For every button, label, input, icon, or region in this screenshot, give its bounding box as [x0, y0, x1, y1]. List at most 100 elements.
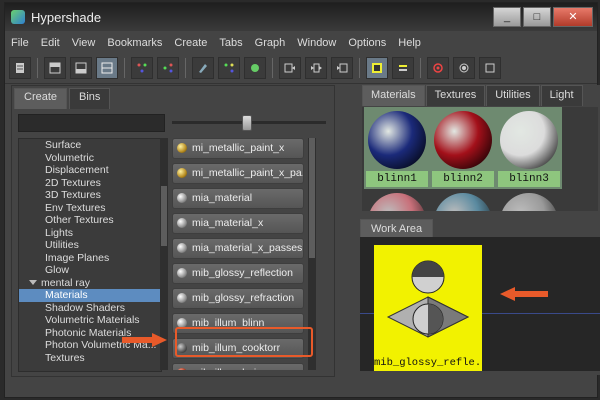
category-label: Glow — [45, 264, 69, 276]
node-button[interactable]: mia_material_x — [172, 213, 304, 234]
category-item[interactable]: Displacement — [19, 164, 161, 177]
swatch-label: blinn3 — [498, 171, 560, 187]
node-button[interactable]: mib_illum_hair — [172, 363, 304, 370]
category-item[interactable]: Env Textures — [19, 202, 161, 215]
menu-create[interactable]: Create — [168, 37, 213, 49]
material-sphere-icon — [434, 111, 492, 169]
tab-textures[interactable]: Textures — [425, 85, 486, 106]
category-item[interactable]: Volumetric Materials — [19, 314, 161, 327]
maximize-button[interactable]: □ — [523, 7, 551, 27]
category-item[interactable]: Materials — [19, 289, 161, 302]
create-search-field[interactable] — [18, 114, 165, 132]
menu-file[interactable]: File — [5, 37, 35, 49]
toggle-icon[interactable] — [479, 57, 501, 79]
tab-lights[interactable]: Light — [540, 85, 583, 106]
node-button-label: mia_material — [192, 192, 253, 204]
highlight-box — [175, 327, 313, 357]
menu-view[interactable]: View — [66, 37, 102, 49]
category-item[interactable]: mental ray — [19, 277, 161, 290]
category-item[interactable]: Volumetric — [19, 152, 161, 165]
bottom-tabs-icon[interactable] — [392, 57, 414, 79]
notes-icon[interactable] — [9, 57, 31, 79]
tab-utilities[interactable]: Utilities — [486, 85, 540, 106]
material-sphere-icon — [500, 111, 558, 169]
menu-bar: File Edit View Bookmarks Create Tabs Gra… — [5, 33, 597, 53]
graph-materials-icon[interactable] — [244, 57, 266, 79]
input-connections-icon[interactable] — [279, 57, 301, 79]
category-item[interactable]: Textures — [19, 352, 161, 365]
category-label: Utilities — [45, 239, 79, 251]
node-button[interactable]: mib_glossy_refraction — [172, 288, 304, 309]
window-title: Hypershade — [31, 9, 102, 25]
graph-network-icon[interactable] — [131, 57, 153, 79]
node-list-scroll-thumb[interactable] — [309, 138, 315, 258]
top-tabs-icon[interactable] — [366, 57, 388, 79]
graph-upstream-icon[interactable] — [157, 57, 179, 79]
node-button-label: mib_illum_hair — [192, 367, 260, 370]
orange-arrow-left-icon — [500, 287, 548, 301]
minimize-button[interactable]: _ — [493, 7, 521, 27]
node-button[interactable]: mia_material — [172, 188, 304, 209]
materials-swatch-area: blinn1 blinn2 blinn3 — [362, 107, 598, 211]
category-item[interactable]: 2D Textures — [19, 177, 161, 190]
category-scroll-thumb[interactable] — [161, 186, 167, 246]
shader-node[interactable]: mib_glossy_refle... — [374, 245, 482, 371]
expand-triangle-icon[interactable] — [29, 280, 37, 286]
material-swatch[interactable] — [498, 191, 560, 211]
icon-size-slider-thumb[interactable] — [242, 115, 252, 131]
material-sphere-icon — [434, 193, 492, 211]
io-connections-icon[interactable] — [305, 57, 327, 79]
category-label: Lights — [45, 226, 74, 239]
category-item[interactable]: 3D Textures — [19, 189, 161, 202]
menu-edit[interactable]: Edit — [35, 37, 66, 49]
material-swatch[interactable]: blinn3 — [498, 109, 560, 187]
category-item[interactable]: Shadow Shaders — [19, 302, 161, 315]
category-item[interactable]: Lights — [19, 227, 161, 240]
node-button[interactable]: mib_glossy_reflection — [172, 263, 304, 284]
category-label: Displacement — [45, 164, 109, 176]
category-label: Volumetric — [45, 151, 95, 164]
layout-top-icon[interactable] — [44, 57, 66, 79]
close-button[interactable]: ✕ — [553, 7, 593, 27]
work-area[interactable]: mib_glossy_refle... — [360, 237, 600, 371]
menu-bookmarks[interactable]: Bookmarks — [101, 37, 168, 49]
node-button[interactable]: mi_metallic_paint_x — [172, 138, 304, 159]
menu-tabs[interactable]: Tabs — [213, 37, 248, 49]
swatch-label: blinn2 — [432, 171, 494, 187]
material-swatch[interactable]: blinn2 — [432, 109, 494, 187]
glossy-reflection-node-icon — [386, 260, 470, 338]
category-item[interactable]: Image Planes — [19, 252, 161, 265]
tab-create[interactable]: Create — [14, 88, 68, 109]
output-connections-icon[interactable] — [331, 57, 353, 79]
tab-bins[interactable]: Bins — [69, 88, 111, 109]
material-sphere-icon — [177, 243, 187, 253]
menu-help[interactable]: Help — [392, 37, 427, 49]
category-item[interactable]: Surface — [19, 139, 161, 152]
category-label: Env Textures — [45, 201, 106, 214]
layout-bottom-icon[interactable] — [70, 57, 92, 79]
right-panel: Materials Textures Utilities Light blinn… — [360, 85, 600, 375]
title-bar[interactable]: Hypershade _ □ ✕ — [5, 3, 597, 31]
menu-window[interactable]: Window — [291, 37, 342, 49]
material-sphere-icon — [177, 193, 187, 203]
material-swatch[interactable] — [432, 191, 494, 211]
layout-split-icon[interactable] — [96, 57, 118, 79]
node-button[interactable]: mia_material_x_passes — [172, 238, 304, 259]
node-button[interactable]: mi_metallic_paint_x_pa... — [172, 163, 304, 184]
category-item[interactable]: Utilities — [19, 239, 161, 252]
category-label: mental ray — [41, 276, 91, 289]
category-item[interactable]: Other Textures — [19, 214, 161, 227]
menu-graph[interactable]: Graph — [249, 37, 292, 49]
render-icon[interactable] — [427, 57, 449, 79]
swatch-render-icon[interactable] — [453, 57, 475, 79]
rearrange-graph-icon[interactable] — [218, 57, 240, 79]
material-swatch[interactable] — [366, 191, 428, 211]
material-sphere-icon — [368, 111, 426, 169]
menu-options[interactable]: Options — [342, 37, 392, 49]
category-label: Volumetric Materials — [45, 314, 140, 326]
clear-graph-icon[interactable] — [192, 57, 214, 79]
material-swatch[interactable]: blinn1 — [366, 109, 428, 187]
category-item[interactable]: Glow — [19, 264, 161, 277]
tab-materials[interactable]: Materials — [362, 85, 425, 106]
category-label: 3D Textures — [45, 189, 101, 201]
